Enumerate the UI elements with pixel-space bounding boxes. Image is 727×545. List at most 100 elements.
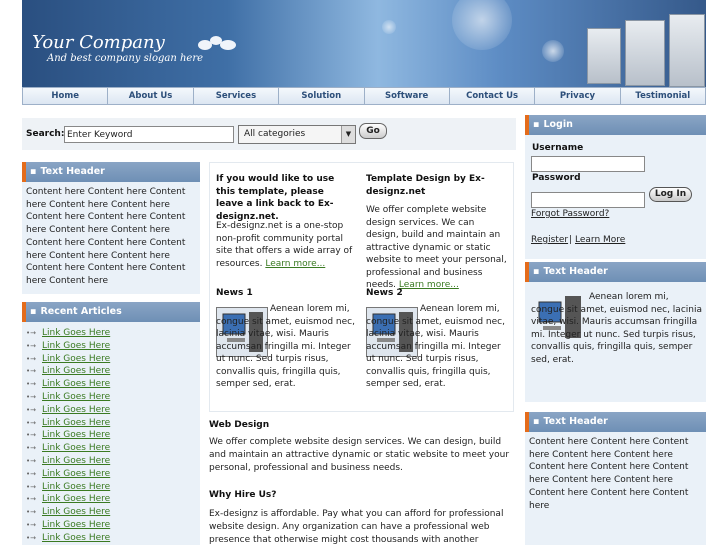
col1-heading: If you would like to use this template, …: [216, 174, 335, 222]
link-separator: |: [569, 235, 573, 245]
right-text-header-2: Text Header: [525, 412, 706, 432]
right-text-content-2: Content here Content here Content here C…: [529, 437, 689, 511]
news1-title: News 1: [216, 288, 253, 298]
recent-articles-header: Recent Articles: [22, 302, 200, 322]
list-item: •→ Link Goes Here: [26, 532, 200, 545]
bullet-arrow-icon: •→: [26, 354, 36, 363]
col2-heading: Template Design by Ex-designz.net: [366, 174, 485, 197]
article-link[interactable]: Link Goes Here: [42, 366, 110, 376]
nav-privacy[interactable]: Privacy: [535, 88, 621, 104]
left-text-box: Content here Content here Content here C…: [22, 182, 200, 294]
list-item: •→ Link Goes Here: [26, 519, 200, 532]
list-item: •→ Link Goes Here: [26, 468, 200, 481]
glow-orb: [452, 0, 512, 50]
article-link[interactable]: Link Goes Here: [42, 430, 110, 440]
bullet-arrow-icon: •→: [26, 456, 36, 465]
company-slogan: And best company slogan here: [47, 53, 204, 64]
company-name: Your Company: [32, 32, 165, 53]
bullet-arrow-icon: •→: [26, 444, 36, 453]
bullet-arrow-icon: •→: [26, 392, 36, 401]
forgot-password-link[interactable]: Forgot Password?: [531, 209, 609, 219]
col2-text-body: We offer complete website design service…: [366, 205, 507, 290]
learn-more-link[interactable]: Learn More: [575, 235, 625, 245]
web-design-text: We offer complete website design service…: [209, 437, 510, 473]
article-link[interactable]: Link Goes Here: [42, 418, 110, 428]
right-text-header-1: Text Header: [525, 262, 706, 282]
why-hire-title: Why Hire Us?: [209, 490, 277, 500]
article-link[interactable]: Link Goes Here: [42, 328, 110, 338]
bullet-arrow-icon: •→: [26, 341, 36, 350]
register-link[interactable]: Register: [531, 235, 568, 245]
learn-more-link-1[interactable]: Learn more...: [265, 259, 325, 269]
col2-text: We offer complete website design service…: [366, 204, 508, 292]
company-logo-icon: [198, 34, 238, 52]
nav-contact-us[interactable]: Contact Us: [450, 88, 536, 104]
nav-home[interactable]: Home: [23, 88, 109, 104]
list-item: •→ Link Goes Here: [26, 455, 200, 468]
dropdown-arrow-icon[interactable]: ▼: [341, 126, 355, 143]
article-link[interactable]: Link Goes Here: [42, 482, 110, 492]
bullet-arrow-icon: •→: [26, 469, 36, 478]
article-link[interactable]: Link Goes Here: [42, 469, 110, 479]
col1-text: Ex-designz.net is a one-stop non-profit …: [216, 220, 358, 270]
article-link[interactable]: Link Goes Here: [42, 533, 110, 543]
left-text-header: Text Header: [22, 162, 200, 182]
recent-articles-box: •→ Link Goes Here •→ Link Goes Here •→ Link…: [22, 322, 200, 545]
bullet-arrow-icon: •→: [26, 329, 36, 337]
article-link[interactable]: Link Goes Here: [42, 379, 110, 389]
list-item: •→ Link Goes Here: [26, 391, 200, 404]
bullet-arrow-icon: •→: [26, 520, 36, 529]
list-item: •→ Link Goes Here: [26, 506, 200, 519]
list-item: •→ Link Goes Here: [26, 493, 200, 506]
list-item: •→ Link Goes Here: [26, 378, 200, 391]
login-button[interactable]: Log In: [649, 187, 692, 202]
list-item: •→ Link Goes Here: [26, 404, 200, 417]
article-link[interactable]: Link Goes Here: [42, 341, 110, 351]
list-item: •→ Link Goes Here: [26, 353, 200, 366]
list-item: •→ Link Goes Here: [26, 340, 200, 353]
bullet-arrow-icon: •→: [26, 367, 36, 376]
nav-solution[interactable]: Solution: [279, 88, 365, 104]
nav-testimonial[interactable]: Testimonial: [621, 88, 705, 104]
nav-services[interactable]: Services: [194, 88, 280, 104]
article-link[interactable]: Link Goes Here: [42, 443, 110, 453]
right-text-content-1: Aenean lorem mi, congue sit amet, euismo…: [531, 292, 702, 365]
recent-articles-list: •→ Link Goes Here •→ Link Goes Here •→ Link…: [22, 322, 200, 545]
article-link[interactable]: Link Goes Here: [42, 494, 110, 504]
list-item: •→ Link Goes Here: [26, 365, 200, 378]
why-hire-text: Ex-designz is affordable. Pay what you c…: [209, 509, 504, 545]
article-link[interactable]: Link Goes Here: [42, 392, 110, 402]
main-nav: Home About Us Services Solution Software…: [22, 87, 706, 105]
category-select[interactable]: All categories ▼: [238, 125, 356, 144]
list-item: •→ Link Goes Here: [26, 327, 200, 340]
list-item: •→ Link Goes Here: [26, 429, 200, 442]
learn-more-link-2[interactable]: Learn more...: [399, 280, 459, 290]
password-label: Password: [532, 173, 581, 183]
web-design-title: Web Design: [209, 420, 270, 430]
article-link[interactable]: Link Goes Here: [42, 456, 110, 466]
go-button[interactable]: Go: [359, 123, 387, 139]
nav-about-us[interactable]: About Us: [108, 88, 194, 104]
bullet-arrow-icon: •→: [26, 495, 36, 504]
news2-title: News 2: [366, 288, 403, 298]
article-link[interactable]: Link Goes Here: [42, 405, 110, 415]
left-text-content: Content here Content here Content here C…: [26, 187, 186, 286]
password-input[interactable]: [531, 192, 645, 208]
article-link[interactable]: Link Goes Here: [42, 520, 110, 530]
right-text-box-2: Content here Content here Content here C…: [525, 432, 706, 545]
nav-software[interactable]: Software: [365, 88, 450, 104]
list-item: •→ Link Goes Here: [26, 417, 200, 430]
bullet-arrow-icon: •→: [26, 482, 36, 491]
glow-orb: [382, 20, 396, 34]
news2-text: Aenean lorem mi, congue sit amet, euismo…: [366, 304, 505, 389]
username-input[interactable]: [531, 156, 645, 172]
search-input[interactable]: [64, 126, 234, 143]
search-label: Search:: [26, 129, 65, 139]
glow-orb: [542, 40, 564, 62]
article-link[interactable]: Link Goes Here: [42, 354, 110, 364]
login-header: Login: [525, 115, 706, 135]
bullet-arrow-icon: •→: [26, 508, 36, 517]
article-link[interactable]: Link Goes Here: [42, 507, 110, 517]
search-bar: Search: All categories ▼ Go: [22, 118, 516, 150]
bullet-arrow-icon: •→: [26, 380, 36, 389]
